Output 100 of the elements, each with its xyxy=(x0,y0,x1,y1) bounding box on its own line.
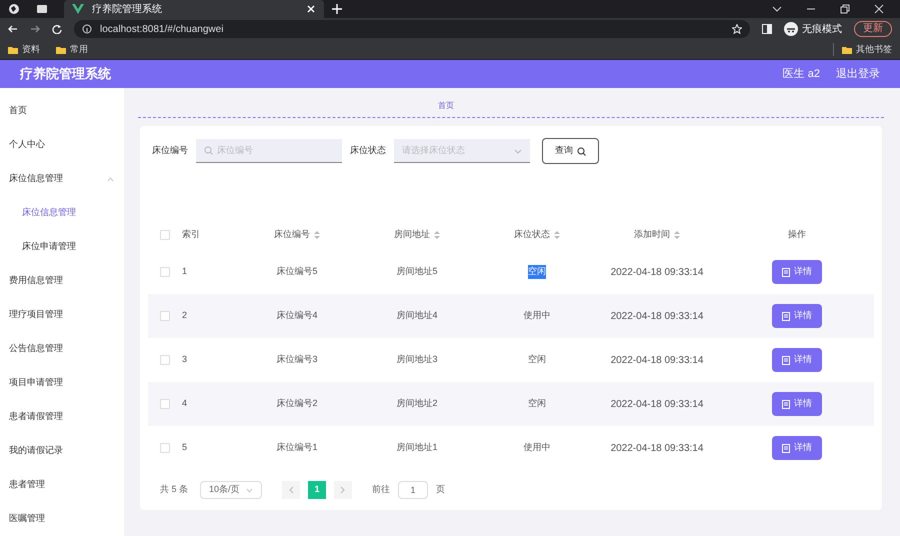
field-label: 床位编号 xyxy=(152,144,188,158)
sort-icon xyxy=(434,231,440,239)
search-icon xyxy=(577,146,586,156)
next-page-button[interactable] xyxy=(334,481,352,499)
sidebar-item[interactable]: 患者管理 xyxy=(9,478,114,492)
column-header: 索引 xyxy=(182,228,200,242)
plus-icon xyxy=(332,4,342,14)
info-icon xyxy=(82,24,92,34)
address-bar[interactable]: localhost:8081/#/chuangwei xyxy=(74,20,750,38)
table-cell-text: 床位编号1 xyxy=(275,441,318,454)
checkbox[interactable] xyxy=(160,230,170,240)
previous-page-button[interactable] xyxy=(282,481,300,499)
breadcrumb-link[interactable]: 首页 xyxy=(438,100,454,112)
column-header: 操作 xyxy=(788,228,806,242)
table-cell-text: 房间地址5 xyxy=(395,265,438,278)
sidebar-item[interactable]: 医嘱管理 xyxy=(9,512,114,526)
details-button[interactable]: 详情 xyxy=(772,304,822,328)
page-unit-label: 页 xyxy=(436,483,446,496)
document-icon xyxy=(782,444,790,452)
table-cell-text: 床位编号5 xyxy=(275,265,318,278)
table-cell-text: 使用中 xyxy=(524,309,550,322)
table-cell-text: 空闲 xyxy=(528,353,546,366)
table-cell-text: 2022-04-18 09:33:14 xyxy=(610,354,704,368)
field-label: 床位状态 xyxy=(350,144,386,158)
sidebar-item[interactable]: 患者请假管理 xyxy=(9,410,114,424)
star-icon xyxy=(732,24,742,34)
details-button[interactable]: 详情 xyxy=(772,348,822,372)
column-header[interactable]: 添加时间 xyxy=(634,228,670,242)
column-header[interactable]: 床位编号 xyxy=(274,228,310,242)
table-cell-text: 房间地址3 xyxy=(395,353,438,366)
incognito-icon xyxy=(784,22,798,36)
chevron-right-icon xyxy=(340,486,346,494)
sidebar-item[interactable]: 床位信息管理 xyxy=(9,172,107,186)
bookmark-item[interactable]: 其他书签 xyxy=(833,42,892,56)
table-cell-text: 1 xyxy=(182,265,188,278)
chevron-down-icon xyxy=(514,146,522,154)
sidebar-item[interactable]: 理疗项目管理 xyxy=(9,308,114,322)
forward-icon xyxy=(30,24,40,34)
table-cell-text: 5 xyxy=(182,441,188,454)
page-number-field[interactable]: 1 xyxy=(398,481,428,499)
sidebar-item[interactable]: 个人中心 xyxy=(9,138,114,152)
table-cell-text: 2022-04-18 09:33:14 xyxy=(610,442,704,456)
restore-icon xyxy=(840,4,850,14)
table-cell-text: 房间地址4 xyxy=(395,309,438,322)
checkbox[interactable] xyxy=(160,399,170,409)
browser-tab[interactable]: 疗养院管理系统 xyxy=(64,0,324,18)
checkbox[interactable] xyxy=(160,443,170,453)
vue-logo-icon xyxy=(72,3,84,15)
logout-link[interactable]: 退出登录 xyxy=(836,66,880,82)
sidebar-item[interactable]: 床位信息管理 xyxy=(22,206,124,220)
table-cell-text: 房间地址1 xyxy=(395,441,438,454)
back-icon xyxy=(8,24,18,34)
table-cell-text: 3 xyxy=(182,353,188,366)
update-button[interactable]: 更新 xyxy=(854,21,892,37)
document-icon xyxy=(782,312,790,320)
profile-label: 无痕模式 xyxy=(802,22,842,36)
table-cell-text: 房间地址2 xyxy=(395,397,438,410)
table-cell-text: 床位编号3 xyxy=(275,353,318,366)
user-name: 医生 a2 xyxy=(782,66,820,82)
document-icon xyxy=(782,356,790,364)
table-cell-text: 2 xyxy=(182,309,188,322)
sidebar-item[interactable]: 项目申请管理 xyxy=(9,376,114,390)
folder-icon xyxy=(842,44,852,54)
table-cell: 空闲 xyxy=(528,265,546,279)
close-icon xyxy=(306,4,316,14)
checkbox[interactable] xyxy=(160,267,170,277)
table-cell-text: 4 xyxy=(182,397,188,410)
checkbox[interactable] xyxy=(160,355,170,365)
column-header[interactable]: 床位状态 xyxy=(514,228,550,242)
close-icon xyxy=(874,4,884,14)
document-icon xyxy=(782,400,790,408)
table-cell-text: 床位编号2 xyxy=(275,397,318,410)
checkbox[interactable] xyxy=(160,311,170,321)
sidebar-item[interactable]: 床位申请管理 xyxy=(22,240,124,254)
sidebar-item[interactable]: 首页 xyxy=(9,104,114,118)
table-cell-text: 2022-04-18 09:33:14 xyxy=(610,398,704,412)
details-button[interactable]: 详情 xyxy=(772,436,822,460)
table-cell-text: 空闲 xyxy=(528,397,546,410)
table-cell-text: 2022-04-18 09:33:14 xyxy=(610,266,704,280)
search-icon xyxy=(204,146,213,155)
details-button[interactable]: 详情 xyxy=(772,260,822,284)
search-button[interactable]: 查询 xyxy=(542,138,599,164)
reload-icon xyxy=(52,24,62,34)
sidebar-item[interactable]: 公告信息管理 xyxy=(9,342,114,356)
chevron-down-icon xyxy=(772,4,782,14)
goto-label: 前往 xyxy=(372,483,390,496)
bookmark-item[interactable]: 资料 xyxy=(8,42,40,56)
folder-icon xyxy=(56,44,66,54)
bookmark-item[interactable]: 常用 xyxy=(56,42,88,56)
table-cell-text: 使用中 xyxy=(524,441,550,454)
details-button[interactable]: 详情 xyxy=(772,392,822,416)
sidebar-item[interactable]: 费用信息管理 xyxy=(9,274,114,288)
total-count: 共 5 条 xyxy=(160,483,188,496)
table-cell-text: 床位编号4 xyxy=(275,309,318,322)
column-header[interactable]: 房间地址 xyxy=(394,228,430,242)
sidebar-item[interactable]: 我的请假记录 xyxy=(9,444,114,458)
chevron-down-icon xyxy=(246,486,254,494)
sort-icon xyxy=(674,231,680,239)
window-icon xyxy=(36,3,48,15)
page-size-select[interactable]: 10条/页 xyxy=(200,481,262,499)
